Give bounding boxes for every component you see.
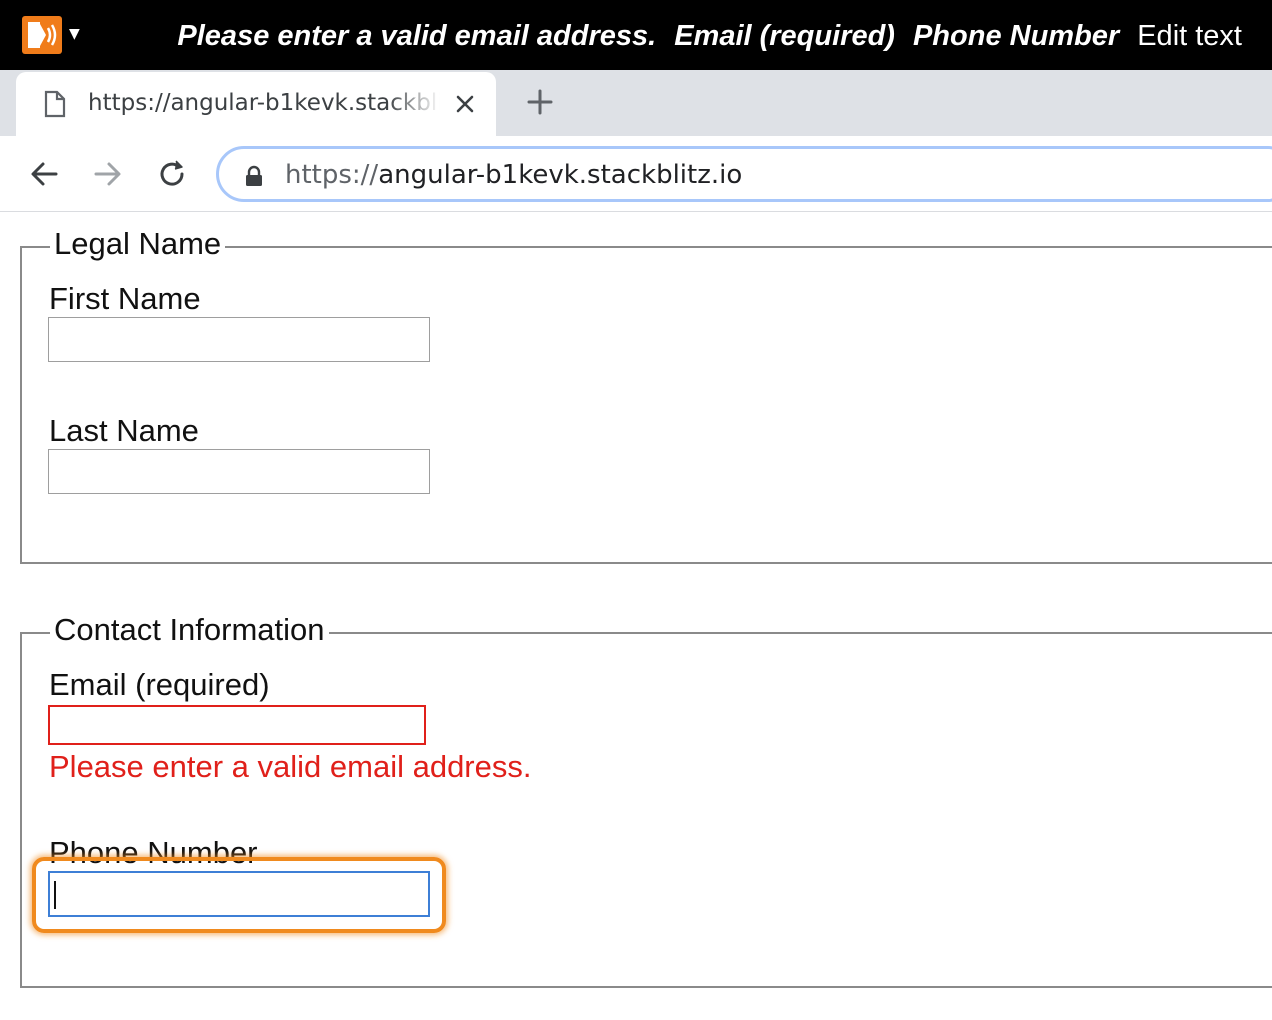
url-scheme: https://: [285, 160, 379, 190]
forward-arrow-icon[interactable]: [90, 156, 126, 192]
back-arrow-icon[interactable]: [26, 156, 62, 192]
reload-icon[interactable]: [154, 156, 190, 192]
chromevox-menu-button[interactable]: [22, 16, 62, 54]
fieldset-legend: Contact Information: [50, 612, 329, 648]
new-tab-icon[interactable]: [524, 86, 556, 118]
browser-tab[interactable]: https://angular-b1kevk.stackblitz.io: [16, 72, 496, 136]
phone-label: Phone Number: [49, 835, 258, 870]
spoken-item: Please enter a valid email address.: [177, 19, 657, 52]
chromevox-logo-icon: [28, 22, 57, 48]
email-label: Email (required): [49, 667, 270, 702]
phone-input[interactable]: [48, 871, 430, 917]
last-name-label: Last Name: [49, 413, 199, 448]
address-bar[interactable]: https://angular-b1kevk.stackblitz.io: [216, 146, 1272, 202]
tab-strip: https://angular-b1kevk.stackblitz.io: [0, 70, 1272, 136]
chromevox-panel: ▼ Please enter a valid email address. Em…: [0, 0, 1272, 70]
close-icon[interactable]: [452, 91, 478, 117]
text-cursor: [54, 881, 56, 909]
tab-title: https://angular-b1kevk.stackblitz.io: [88, 90, 440, 116]
chromevox-dropdown-icon[interactable]: ▼: [69, 26, 80, 42]
email-error-message: Please enter a valid email address.: [49, 749, 532, 784]
legal-name-fieldset: Legal Name: [20, 226, 1272, 564]
spoken-item: Email (required): [674, 19, 895, 52]
chromevox-spoken-text: Please enter a valid email address. Emai…: [177, 16, 1242, 56]
spoken-item: Phone Number: [912, 19, 1120, 52]
browser-toolbar: https://angular-b1kevk.stackblitz.io: [0, 136, 1272, 212]
email-input[interactable]: [48, 705, 426, 745]
fieldset-legend: Legal Name: [50, 226, 226, 262]
first-name-label: First Name: [49, 281, 201, 316]
spoken-item: Edit text: [1137, 19, 1242, 52]
document-icon: [44, 90, 66, 118]
url-host: angular-b1kevk.stackblitz.io: [378, 160, 743, 190]
url-text: https://angular-b1kevk.stackblitz.io: [285, 160, 742, 190]
lock-icon[interactable]: [244, 165, 264, 187]
first-name-input[interactable]: [48, 317, 430, 362]
last-name-input[interactable]: [48, 449, 430, 494]
